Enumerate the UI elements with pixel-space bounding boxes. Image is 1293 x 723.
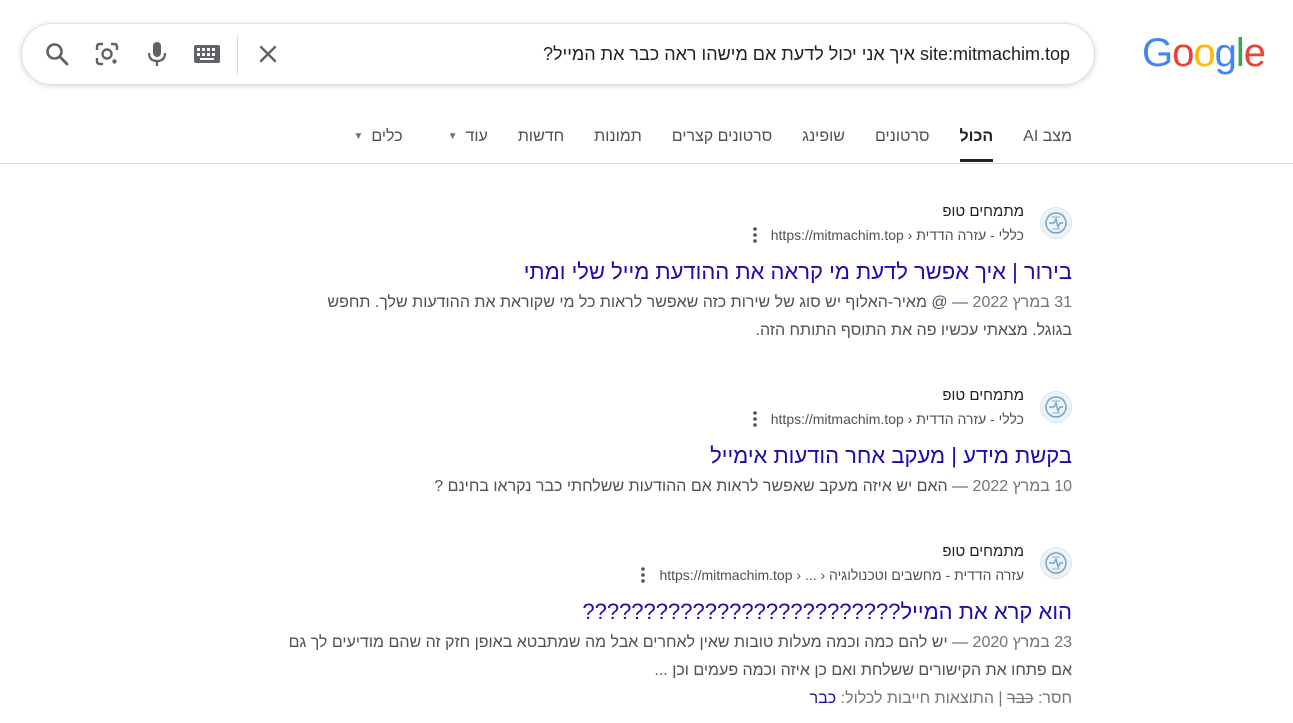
logo-letter: e (1243, 31, 1266, 75)
logo-letter: o (1172, 31, 1194, 75)
google-logo[interactable]: Google (1141, 30, 1266, 76)
tab-shopping[interactable]: שופינג (802, 120, 845, 162)
result-header[interactable]: מתמחים טופ https://mitmachim.top › כללי … (252, 203, 1072, 251)
snippet-line: אם פתחו את הקישורים ששלחת ואם כן איזה וכ… (654, 662, 1072, 679)
site-url-text: https://mitmachim.top › ... › עזרה הדדית… (659, 567, 1024, 584)
site-url-text: https://mitmachim.top › כללי - עזרה הדדי… (770, 227, 1024, 244)
tab-news[interactable]: חדשות (518, 120, 564, 162)
logo-letter: g (1214, 31, 1237, 75)
result-snippet: 10 במרץ 2022 — האם יש איזה מעקב שאפשר לר… (252, 473, 1072, 501)
tab-images[interactable]: תמונות (594, 120, 642, 162)
snippet-text: — יש להם כמה וכמה מעלות טובות שאין לאחרי… (288, 634, 969, 651)
site-favicon-icon (1040, 391, 1072, 423)
tab-tools[interactable]: כלים ▼ (353, 120, 402, 162)
more-options-icon[interactable] (752, 227, 757, 246)
more-options-icon[interactable] (641, 567, 646, 586)
result-title-link[interactable]: הוא קרא את המייל????????????????????????… (252, 597, 1072, 627)
chevron-down-icon: ▼ (353, 131, 364, 142)
tab-label: תמונות (594, 128, 642, 145)
site-name: מתמחים טופ (942, 387, 1024, 404)
snippet-line: 23 במרץ 2020 — יש להם כמה וכמה מעלות טוב… (252, 629, 1072, 657)
search-box (21, 23, 1095, 85)
site-favicon-icon (1040, 207, 1072, 239)
snippet-line: בגוגל. מצאתי עכשיו פה את התוסף התותח הזה… (755, 322, 1073, 339)
tab-label: שופינג (802, 128, 845, 145)
logo-letter: o (1193, 31, 1215, 75)
site-name: מתמחים טופ (942, 203, 1024, 220)
result-title-link[interactable]: בקשת מידע | מעקב אחר הודעות אימייל (252, 441, 1072, 471)
logo-letter: G (1141, 31, 1173, 75)
tab-label: סרטונים קצרים (671, 128, 773, 145)
site-url: https://mitmachim.top › כללי - עזרה הדדי… (752, 411, 1024, 430)
tab-label: חדשות (517, 128, 565, 145)
search-results-page: Google site:mitmachim.top איך אני יכול ל… (0, 0, 1293, 723)
tab-label: מצב AI (1023, 128, 1072, 145)
chevron-down-icon: ▼ (447, 131, 458, 142)
search-result: מתמחים טופ https://mitmachim.top › ... ›… (252, 543, 1072, 713)
voice-search-button[interactable] (141, 38, 173, 70)
search-result: מתמחים טופ https://mitmachim.top › כללי … (252, 387, 1072, 501)
snippet-text: — @ מאיר-האלוף יש סוג של שירות כזה שאפשר… (327, 294, 969, 311)
result-date: 31 במרץ 2022 (972, 294, 1072, 311)
tab-label: כלים (371, 128, 403, 145)
result-header[interactable]: מתמחים טופ https://mitmachim.top › כללי … (252, 387, 1072, 435)
search-result: מתמחים טופ https://mitmachim.top › כללי … (252, 203, 1072, 345)
tab-more[interactable]: עוד ▼ (448, 120, 488, 162)
search-box-divider (237, 35, 238, 75)
snippet-text: — האם יש איזה מעקב שאפשר לראות אם ההודעו… (434, 478, 969, 495)
site-favicon-icon (1040, 547, 1072, 579)
missing-terms: חסר: כבר | התוצאות חייבות לכלול: כבר (252, 685, 1072, 713)
tab-ai-mode[interactable]: מצב AI (1023, 120, 1072, 162)
tabs-divider (0, 163, 1293, 164)
tab-short-videos[interactable]: סרטונים קצרים (672, 120, 772, 162)
clear-button[interactable] (252, 38, 284, 70)
logo-letter: l (1235, 31, 1245, 75)
tab-label: הכול (959, 128, 994, 145)
result-header[interactable]: מתמחים טופ https://mitmachim.top › ... ›… (252, 543, 1072, 591)
tab-all[interactable]: הכול (959, 120, 994, 162)
result-date: 10 במרץ 2022 (972, 478, 1072, 495)
missing-word: כבר (1007, 690, 1034, 707)
keyboard-button[interactable] (191, 38, 223, 70)
keyboard-icon (194, 45, 220, 63)
search-tabs: מצב AI הכול סרטונים שופינג סרטונים קצרים… (353, 120, 1072, 162)
camera-lens-icon (95, 42, 119, 66)
close-icon (259, 45, 277, 63)
site-name: מתמחים טופ (942, 543, 1024, 560)
missing-required-label: | התוצאות חייבות לכלול: (840, 690, 1003, 707)
missing-label: חסר: (1037, 690, 1072, 707)
microphone-icon (147, 42, 167, 66)
tab-label: עוד (465, 128, 488, 145)
snippet-line: 31 במרץ 2022 — @ מאיר-האלוף יש סוג של שי… (252, 289, 1072, 317)
result-date: 23 במרץ 2020 (972, 634, 1072, 651)
site-url: https://mitmachim.top › כללי - עזרה הדדי… (752, 227, 1024, 246)
result-snippet: 23 במרץ 2020 — יש להם כמה וכמה מעלות טוב… (252, 629, 1072, 685)
site-url-text: https://mitmachim.top › כללי - עזרה הדדי… (770, 411, 1024, 428)
tab-label: סרטונים (874, 128, 930, 145)
result-snippet: 31 במרץ 2022 — @ מאיר-האלוף יש סוג של שי… (252, 289, 1072, 345)
site-url: https://mitmachim.top › ... › עזרה הדדית… (641, 567, 1024, 586)
lens-search-button[interactable] (91, 38, 123, 70)
result-title-link[interactable]: בירור | איך אפשר לדעת מי קראה את ההודעת … (252, 257, 1072, 287)
more-options-icon[interactable] (752, 411, 757, 430)
tab-videos[interactable]: סרטונים (875, 120, 930, 162)
search-icon (46, 43, 69, 66)
snippet-line: 10 במרץ 2022 — האם יש איזה מעקב שאפשר לר… (252, 473, 1072, 501)
search-button[interactable] (41, 38, 73, 70)
search-input[interactable] (290, 24, 1070, 84)
must-include-link[interactable]: כבר (810, 690, 837, 707)
